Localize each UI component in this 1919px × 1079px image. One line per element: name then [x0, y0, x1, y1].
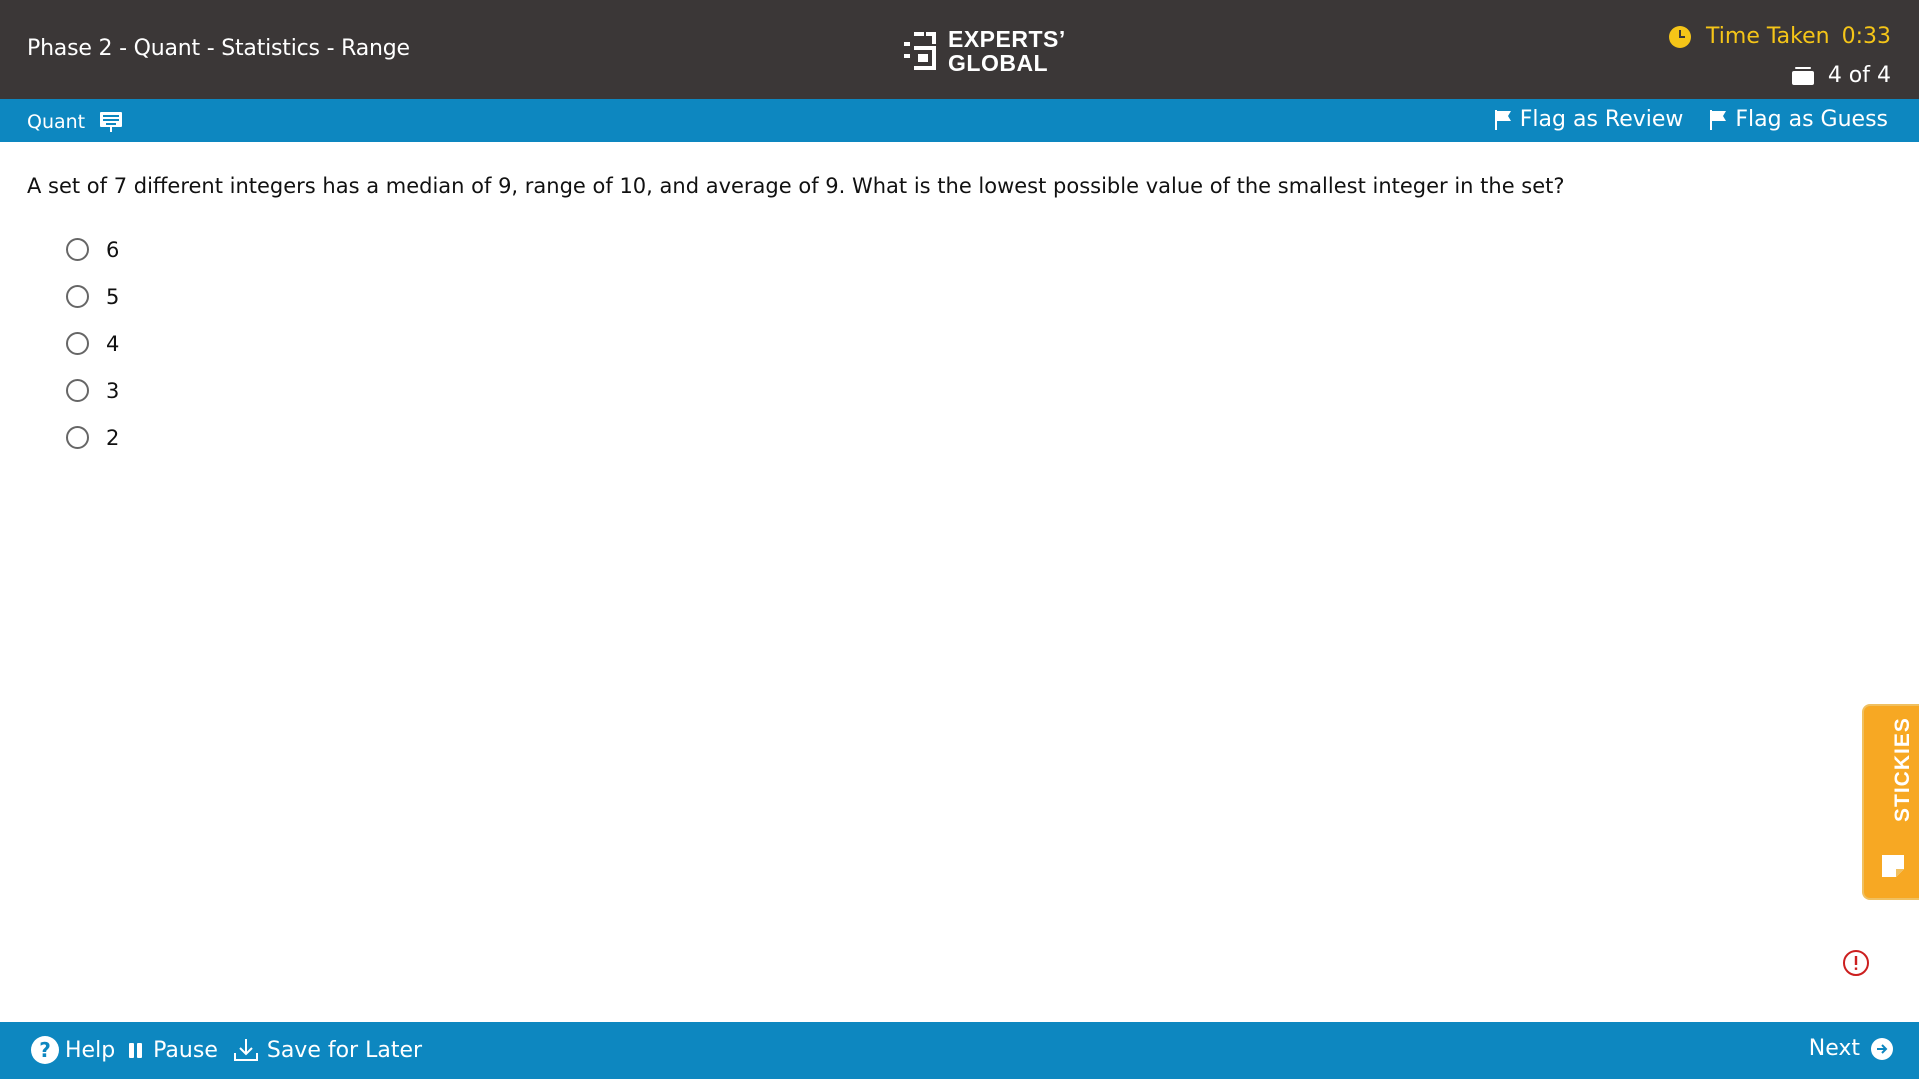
- question-stack-icon: [1791, 66, 1814, 85]
- answer-option[interactable]: 3: [66, 367, 119, 414]
- radio-button[interactable]: [66, 332, 89, 355]
- section-label: Quant: [27, 111, 86, 133]
- next-label: Next: [1808, 1036, 1860, 1061]
- answer-option[interactable]: 5: [66, 273, 119, 320]
- logo-text-line1: EXPERTS’: [948, 26, 1066, 52]
- next-arrow-icon: [1871, 1037, 1893, 1060]
- option-label: 6: [106, 237, 120, 262]
- download-icon: [233, 1039, 258, 1061]
- answer-options: 6 5 4 3 2: [66, 226, 119, 461]
- pause-icon: [129, 1042, 145, 1058]
- sticky-note-icon: [1882, 855, 1904, 877]
- timer-label: Time Taken: [1706, 24, 1830, 49]
- answer-option[interactable]: 6: [66, 226, 119, 273]
- pause-button[interactable]: Pause: [129, 1038, 218, 1063]
- flag-review-label: Flag as Review: [1519, 107, 1684, 132]
- stickies-label: STICKIES: [1891, 717, 1914, 822]
- top-header: Phase 2 - Quant - Statistics - Range EXP…: [0, 0, 1919, 99]
- stickies-tab[interactable]: STICKIES: [1862, 704, 1919, 900]
- save-for-later-label: Save for Later: [266, 1037, 423, 1063]
- answer-option[interactable]: 2: [66, 414, 119, 461]
- flag-guess-label: Flag as Guess: [1735, 107, 1888, 132]
- flag-as-guess-button[interactable]: Flag as Guess: [1709, 107, 1888, 132]
- option-label: 4: [106, 331, 120, 356]
- question-progress: 4 of 4: [1791, 63, 1891, 88]
- bottom-toolbar: ? Help Pause Save for Later Next: [0, 1022, 1919, 1079]
- next-button[interactable]: Next: [1809, 1036, 1893, 1061]
- radio-button[interactable]: [66, 285, 89, 308]
- radio-button[interactable]: [66, 426, 89, 449]
- radio-button[interactable]: [66, 238, 89, 261]
- option-label: 2: [106, 425, 120, 450]
- logo-mark-icon: [904, 32, 936, 70]
- save-for-later-button[interactable]: Save for Later: [232, 1036, 422, 1064]
- calculator-icon[interactable]: [99, 110, 123, 134]
- pause-label: Pause: [153, 1037, 218, 1063]
- radio-button[interactable]: [66, 379, 89, 402]
- answer-option[interactable]: 4: [66, 320, 119, 367]
- help-icon: ?: [31, 1036, 59, 1064]
- question-text: A set of 7 different integers has a medi…: [27, 174, 1565, 198]
- section-name: Quant: [27, 110, 123, 134]
- footer-tools: ? Help Pause Save for Later: [31, 1036, 436, 1064]
- timer-value: 0:33: [1841, 24, 1891, 49]
- flag-icon: [1710, 109, 1727, 130]
- progress-text: 4 of 4: [1827, 63, 1891, 88]
- flag-controls: Flag as Review Flag as Guess: [1468, 107, 1888, 132]
- alert-icon[interactable]: [1842, 949, 1870, 977]
- flag-icon: [1494, 109, 1511, 130]
- option-label: 3: [106, 378, 120, 403]
- option-label: 5: [106, 284, 120, 309]
- experts-global-logo: EXPERTS’ GLOBAL: [900, 26, 1066, 76]
- page-title: Phase 2 - Quant - Statistics - Range: [27, 36, 410, 61]
- help-label: Help: [65, 1037, 116, 1063]
- section-bar: Quant Flag as Review Flag as Guess: [0, 99, 1919, 142]
- time-taken: Time Taken 0:33: [1669, 24, 1891, 49]
- help-button[interactable]: ? Help: [31, 1036, 115, 1064]
- clock-icon: [1669, 25, 1692, 48]
- logo-text-line2: GLOBAL: [948, 50, 1049, 76]
- flag-as-review-button[interactable]: Flag as Review: [1494, 107, 1684, 132]
